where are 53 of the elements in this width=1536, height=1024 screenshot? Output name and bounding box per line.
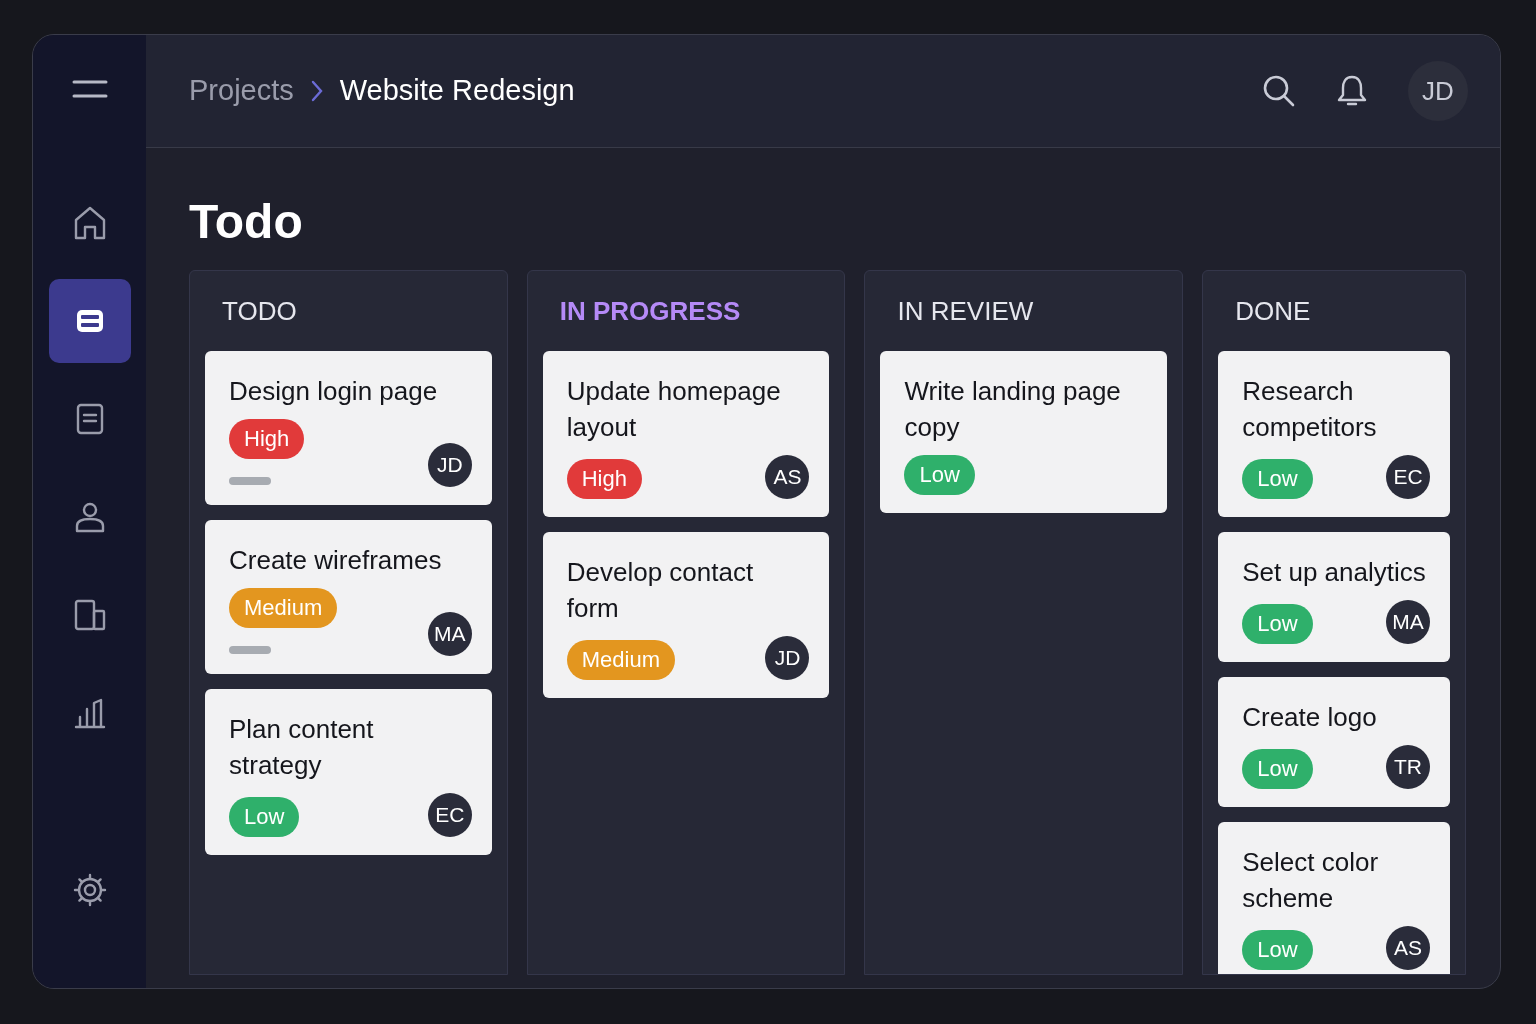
- bell-icon[interactable]: [1336, 74, 1368, 108]
- task-card[interactable]: Update homepage layout High AS: [542, 351, 830, 517]
- column-title: IN PROGRESS: [558, 294, 742, 328]
- menu-icon[interactable]: [71, 79, 108, 99]
- card-title: Set up analytics: [1242, 556, 1426, 589]
- assignee-avatar: AS: [765, 455, 810, 499]
- priority-tag: Low: [229, 797, 300, 837]
- settings-icon: [71, 872, 108, 908]
- assignee-avatar: JD: [427, 443, 472, 487]
- priority-tag: Low: [1242, 604, 1313, 644]
- page-title: Todo: [189, 194, 304, 250]
- task-card[interactable]: Research competitors Low EC: [1218, 351, 1450, 517]
- priority-tag: High: [229, 419, 305, 459]
- priority-tag: Low: [1242, 459, 1313, 499]
- task-card[interactable]: Develop contact form Medium JD: [542, 532, 830, 698]
- card-title: Plan content strategy: [229, 713, 375, 782]
- task-card[interactable]: Design login page High JD: [205, 351, 492, 505]
- task-card[interactable]: Create wireframes Medium MA: [205, 520, 492, 674]
- assignee-avatar: MA: [1386, 600, 1430, 644]
- column-title: DONE: [1234, 294, 1312, 328]
- assignee-avatar: MA: [427, 612, 472, 656]
- card-title: Select color scheme: [1242, 846, 1380, 915]
- card-title: Research competitors: [1242, 375, 1378, 444]
- task-card[interactable]: Create logo Low TR: [1218, 677, 1450, 807]
- task-card[interactable]: Write landing page copy Low: [880, 351, 1168, 513]
- column-title: TODO: [221, 294, 298, 328]
- search-icon[interactable]: [1262, 74, 1296, 108]
- task-card[interactable]: Plan content strategy Low EC: [205, 689, 492, 855]
- breadcrumb-link[interactable]: Projects: [189, 69, 294, 113]
- card-title: Update homepage layout: [566, 375, 782, 444]
- user-avatar[interactable]: JD: [1408, 61, 1468, 121]
- priority-tag: Medium: [229, 588, 338, 628]
- assignee-avatar: AS: [1386, 926, 1430, 970]
- priority-tag: Low: [904, 455, 975, 495]
- card-title: Create logo: [1242, 701, 1378, 734]
- card-title: Write landing page copy: [904, 375, 1122, 444]
- priority-tag: Low: [1242, 930, 1313, 970]
- assignee-avatar: TR: [1386, 745, 1430, 789]
- assignee-avatar: EC: [1386, 455, 1430, 499]
- task-card[interactable]: Set up analytics Low MA: [1218, 532, 1450, 662]
- assignee-avatar: JD: [765, 636, 810, 680]
- current-page: Website Redesign: [339, 73, 575, 109]
- assignee-avatar: EC: [427, 793, 472, 837]
- priority-tag: High: [566, 459, 642, 499]
- sidebar-item[interactable]: [48, 279, 131, 363]
- priority-tag: Low: [1242, 749, 1313, 789]
- task-card[interactable]: Select color scheme Low AS: [1218, 822, 1450, 974]
- chevron-icon: [309, 79, 324, 103]
- priority-tag: Medium: [566, 640, 675, 680]
- card-title: Design login page: [229, 375, 439, 408]
- card-title: Create wireframes: [229, 544, 443, 577]
- card-title: Develop contact form: [566, 556, 755, 625]
- column-title: IN REVIEW: [896, 294, 1035, 328]
